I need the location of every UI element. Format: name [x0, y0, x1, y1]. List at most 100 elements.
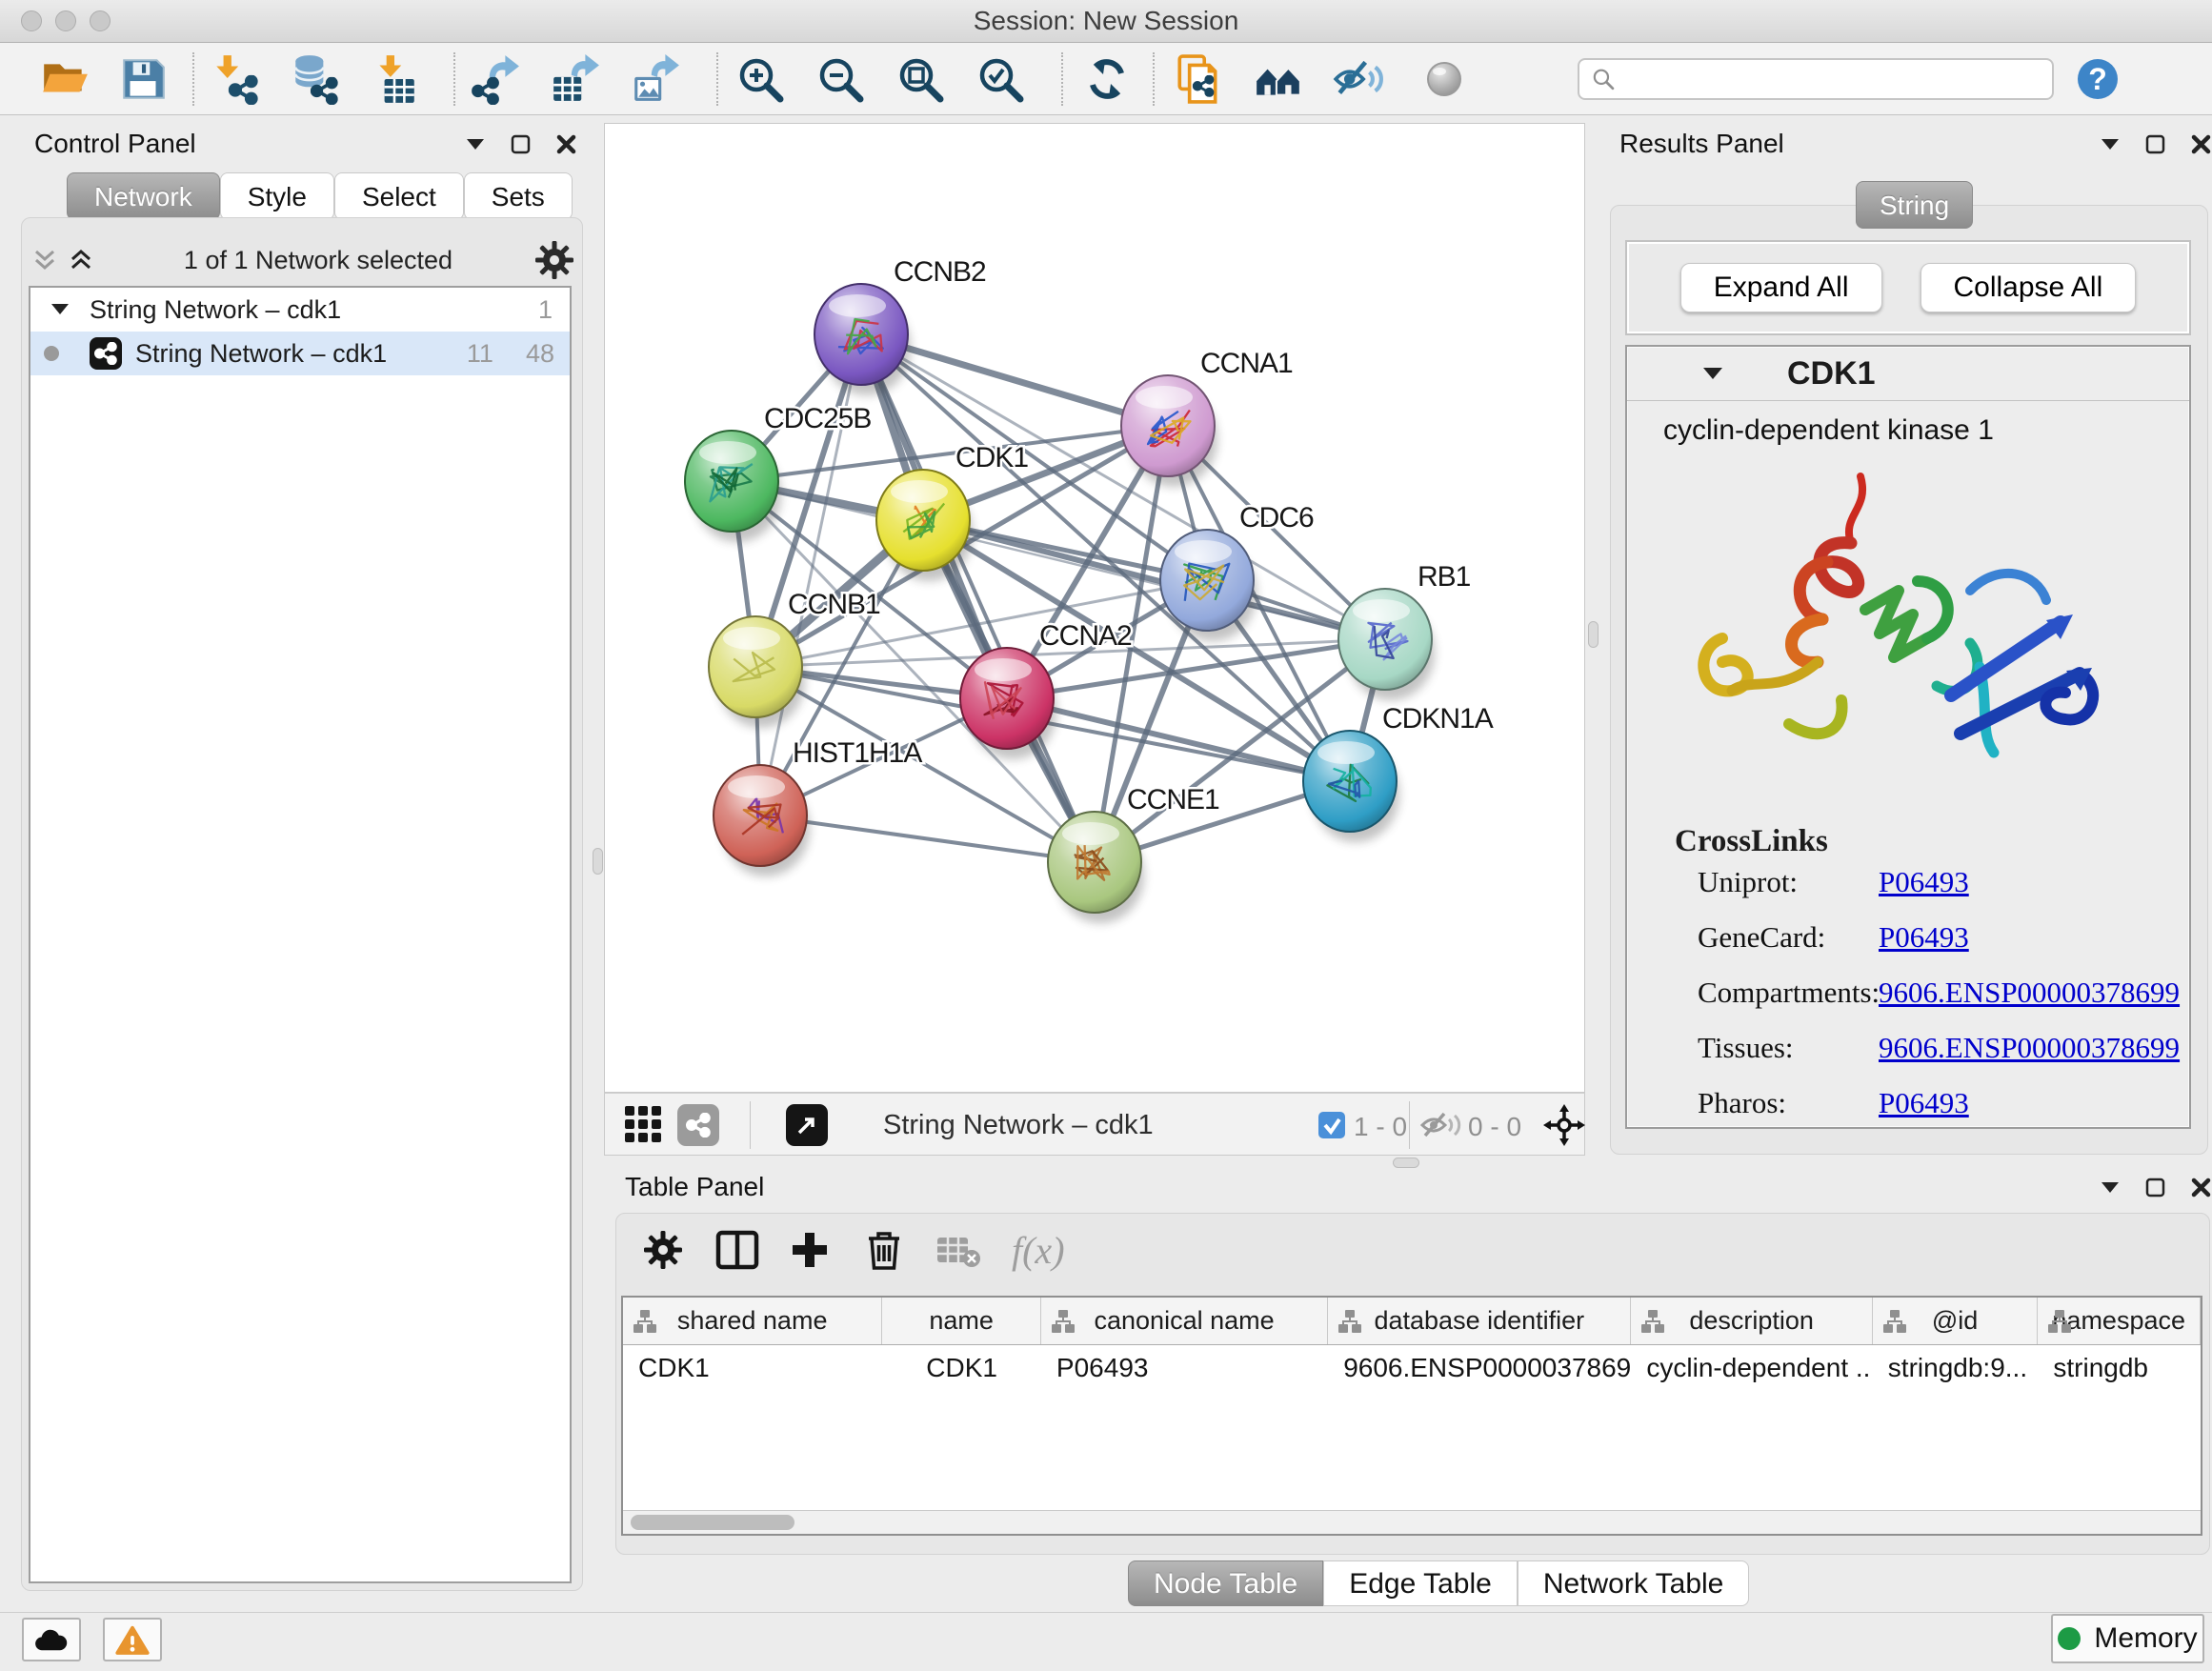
table-cell[interactable]: cyclin-dependent ...	[1631, 1345, 1872, 1389]
help-button[interactable]: ?	[2071, 51, 2124, 107]
zoom-out-button[interactable]	[814, 51, 867, 107]
grid-view-icon[interactable]	[624, 1105, 664, 1145]
tab-node-table[interactable]: Node Table	[1128, 1560, 1323, 1606]
export-network-button[interactable]	[469, 51, 522, 107]
network-node-CDC25B[interactable]: CDC25B	[685, 403, 871, 542]
crosslink-link[interactable]: 9606.ENSP00000378699	[1879, 976, 2180, 1010]
zoom-window-button[interactable]	[90, 10, 111, 31]
table-cell[interactable]: P06493	[1041, 1345, 1328, 1389]
column-header-name[interactable]: name	[882, 1298, 1041, 1344]
table-row[interactable]: CDK1CDK1P064939606.ENSP00000378699cyclin…	[623, 1345, 2201, 1389]
import-network-button[interactable]	[208, 51, 261, 107]
network-node-CDK1[interactable]: CDK1	[876, 442, 1028, 581]
network-options-gear-icon[interactable]	[535, 241, 573, 279]
warnings-button[interactable]	[103, 1618, 162, 1661]
column-header-database-identifier[interactable]: database identifier	[1328, 1298, 1631, 1344]
network-tree-network-row[interactable]: String Network – cdk1 11 48	[30, 332, 570, 375]
table-options-gear-icon[interactable]	[638, 1225, 688, 1275]
close-panel-icon[interactable]	[2191, 134, 2212, 155]
network-node-CCNE1[interactable]: CCNE1	[1048, 784, 1219, 923]
hide-annotations-eye-icon[interactable]	[1332, 51, 1385, 107]
fit-content-crosshair-icon[interactable]	[1543, 1104, 1585, 1146]
float-panel-icon[interactable]	[511, 134, 532, 155]
memory-button[interactable]: Memory	[2051, 1614, 2204, 1663]
open-session-button[interactable]	[38, 51, 91, 107]
tab-network-table[interactable]: Network Table	[1518, 1560, 1750, 1606]
table-cell[interactable]: stringdb	[2038, 1345, 2201, 1389]
panel-menu-caret-icon[interactable]	[2101, 1182, 2121, 1194]
cloud-button[interactable]	[22, 1618, 81, 1661]
tab-string[interactable]: String	[1856, 181, 1973, 229]
scrollbar-thumb[interactable]	[631, 1515, 794, 1530]
tree-collapse-caret-icon[interactable]	[51, 303, 70, 316]
protein-entry-header[interactable]: CDK1	[1627, 347, 2189, 401]
collapse-entry-caret-icon[interactable]	[1703, 367, 1724, 380]
table-cell[interactable]: CDK1	[623, 1345, 882, 1389]
collapse-all-button[interactable]: Collapse All	[1920, 263, 2137, 312]
tab-network[interactable]: Network	[67, 172, 220, 220]
import-table-button[interactable]	[368, 51, 421, 107]
zoom-selected-button[interactable]	[974, 51, 1027, 107]
search-field	[1578, 58, 2054, 100]
tab-sets[interactable]: Sets	[464, 172, 573, 220]
import-network-from-database-button[interactable]	[288, 51, 341, 107]
expand-all-icon[interactable]	[65, 248, 101, 272]
float-panel-icon[interactable]	[2145, 1178, 2166, 1198]
selected-checkbox-icon[interactable]	[1318, 1112, 1345, 1138]
save-session-button[interactable]	[116, 51, 170, 107]
close-panel-icon[interactable]	[2191, 1178, 2212, 1198]
tab-style[interactable]: Style	[220, 172, 334, 220]
network-view-canvas[interactable]: CCNB2CCNA1CDC25BCDK1CDC6RB1CCNB1CCNA2CDK…	[604, 123, 1585, 1093]
home-button[interactable]	[1252, 51, 1305, 107]
export-table-button[interactable]	[549, 51, 602, 107]
minimize-window-button[interactable]	[55, 10, 76, 31]
tab-edge-table[interactable]: Edge Table	[1323, 1560, 1518, 1606]
network-node-CCNA1[interactable]: CCNA1	[1121, 348, 1293, 487]
presentation-sphere-icon[interactable]	[1418, 51, 1471, 107]
open-in-new-window-icon[interactable]	[786, 1104, 828, 1146]
zoom-fit-button[interactable]	[894, 51, 947, 107]
column-header-shared-name[interactable]: shared name	[623, 1298, 882, 1344]
panel-menu-caret-icon[interactable]	[2101, 139, 2121, 151]
crosslink-link[interactable]: P06493	[1879, 920, 1969, 955]
table-header-row: shared namenamecanonical namedatabase id…	[623, 1298, 2201, 1345]
vertical-splitter-handle[interactable]	[593, 848, 603, 875]
table-horizontal-scrollbar[interactable]	[623, 1510, 2201, 1534]
column-header-canonical-name[interactable]: canonical name	[1041, 1298, 1328, 1344]
tab-select[interactable]: Select	[334, 172, 464, 220]
table-cell[interactable]: CDK1	[882, 1345, 1041, 1389]
close-panel-icon[interactable]	[556, 134, 577, 155]
search-input[interactable]	[1616, 63, 2041, 94]
add-column-plus-icon[interactable]	[785, 1225, 835, 1275]
network-edge-HIST1H1A-CCNE1[interactable]	[760, 815, 1095, 862]
close-window-button[interactable]	[21, 10, 42, 31]
delete-column-trash-icon[interactable]	[859, 1225, 909, 1275]
update-network-button[interactable]	[1080, 51, 1134, 107]
network-node-CCNB1[interactable]: CCNB1	[709, 589, 880, 728]
crosslink-link[interactable]: 9606.ENSP00000378699	[1879, 1031, 2180, 1065]
clipboard-network-button[interactable]	[1172, 51, 1225, 107]
column-header--id[interactable]: @id	[1873, 1298, 2039, 1344]
float-panel-icon[interactable]	[2145, 134, 2166, 155]
table-cell[interactable]: 9606.ENSP00000378699	[1328, 1345, 1631, 1389]
column-header-namespace[interactable]: namespace	[2038, 1298, 2201, 1344]
network-badge-gray-icon[interactable]	[677, 1104, 719, 1146]
network-tree-root-row[interactable]: String Network – cdk1 1	[30, 288, 570, 332]
network-node-CDKN1A[interactable]: CDKN1A	[1303, 703, 1494, 842]
show-column-panel-icon[interactable]	[713, 1225, 762, 1275]
collapse-all-icon[interactable]	[29, 248, 65, 272]
column-header-description[interactable]: description	[1631, 1298, 1872, 1344]
network-edge-CCNB2-CCNE1[interactable]	[861, 334, 1095, 862]
crosslink-link[interactable]: P06493	[1879, 1086, 1969, 1120]
network-name-label: String Network – cdk1	[135, 339, 387, 369]
panel-menu-caret-icon[interactable]	[467, 139, 486, 151]
network-node-HIST1H1A[interactable]: HIST1H1A	[714, 737, 922, 876]
network-node-RB1[interactable]: RB1	[1338, 561, 1471, 700]
zoom-in-button[interactable]	[734, 51, 787, 107]
table-cell[interactable]: stringdb:9...	[1873, 1345, 2039, 1389]
network-node-CCNB2[interactable]: CCNB2	[814, 256, 986, 395]
export-image-button[interactable]	[629, 51, 682, 107]
hidden-eye-icon[interactable]	[1420, 1110, 1464, 1140]
expand-all-button[interactable]: Expand All	[1680, 263, 1882, 312]
crosslink-link[interactable]: P06493	[1879, 865, 1969, 899]
